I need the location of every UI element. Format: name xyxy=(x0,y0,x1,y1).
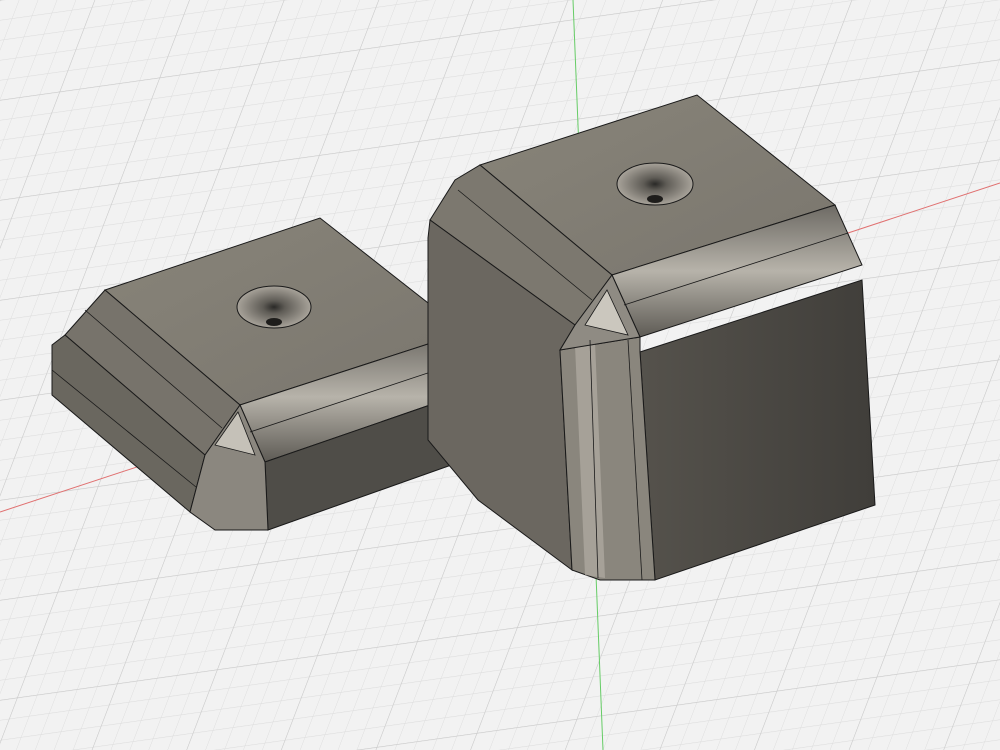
large-bracket-hole-bore xyxy=(647,195,663,203)
viewport-canvas[interactable] xyxy=(0,0,1000,750)
3d-viewport[interactable] xyxy=(0,0,1000,750)
large-bracket-vertical-fillet xyxy=(559,336,656,581)
small-bracket-hole-bore xyxy=(266,318,282,326)
